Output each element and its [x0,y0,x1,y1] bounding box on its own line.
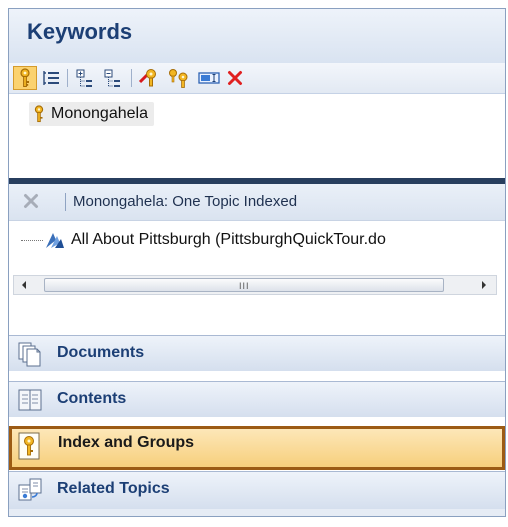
keywords-panel: Keywords Monongahela Monongahela: One To… [8,8,506,517]
nav-contents-label: Contents [57,390,127,407]
nav-related-topics[interactable]: Related Topics [9,471,505,509]
list-view-icon[interactable] [39,66,63,90]
nav-documents[interactable]: Documents [9,335,505,371]
expand-tree-icon[interactable] [73,66,97,90]
nav-index-and-groups[interactable]: Index and Groups [9,426,505,470]
related-topics-icon [17,477,43,503]
scroll-right-icon[interactable] [478,279,490,291]
panel-header: Keywords [9,9,505,64]
nav-related-label: Related Topics [57,480,170,497]
topic-label: All About Pittsburgh (PittsburghQuickTou… [71,231,386,248]
add-keyword-icon[interactable] [137,66,161,90]
delete-icon[interactable] [223,66,247,90]
topics-header: Monongahela: One Topic Indexed [9,184,505,221]
add-subkeyword-icon[interactable] [167,66,191,90]
keyword-icon [17,431,43,460]
keywords-toolbar [9,63,505,94]
topic-item[interactable]: All About Pittsburgh (PittsburghQuickTou… [21,231,386,249]
panel-title: Keywords [27,19,133,44]
nav-contents[interactable]: Contents [9,381,505,417]
topics-caption: Monongahela: One Topic Indexed [73,193,298,210]
rename-icon[interactable] [197,66,221,90]
keyword-list: Monongahela [9,94,505,178]
nav-index-label: Index and Groups [58,434,195,451]
topic-icon [46,233,64,248]
nav-documents-label: Documents [57,344,145,361]
keyword-label: Monongahela [51,105,148,122]
collapse-tree-icon[interactable] [101,66,125,90]
scroll-left-icon[interactable] [18,279,30,291]
keyword-icon[interactable] [13,66,37,90]
topics-list: All About Pittsburgh (PittsburghQuickTou… [9,221,505,275]
panel-footer [9,509,505,516]
contents-icon [17,387,43,413]
keyword-item[interactable]: Monongahela [29,102,154,126]
divider [65,193,66,211]
keyword-icon [34,105,44,123]
scroll-thumb[interactable]: III [44,278,444,292]
tree-line [21,239,43,241]
horizontal-scrollbar[interactable]: III [13,275,497,295]
documents-icon [17,341,43,367]
scroll-grip: III [239,281,250,291]
remove-topic-icon[interactable] [23,193,39,214]
